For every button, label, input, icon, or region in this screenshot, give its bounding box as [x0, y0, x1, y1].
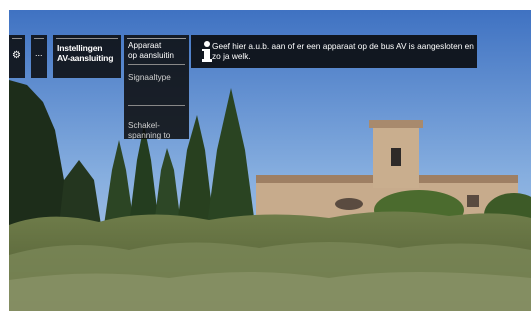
info-text: Geef hier a.u.b. aan of er een apparaat …: [212, 41, 474, 61]
menu-item-apparaat[interactable]: Apparaat op aansluitin: [128, 41, 188, 61]
menu-item-label-line2: op aansluitin: [128, 51, 174, 60]
menu-item-label-line1: Signaaltype: [128, 73, 171, 82]
menu-top-line: [127, 38, 186, 39]
menu-item-signaaltype[interactable]: Signaaltype: [128, 73, 188, 83]
menu-item-schakelspanning[interactable]: Schakel- spanning to: [128, 121, 188, 141]
menu-separator: [128, 64, 185, 65]
menu-separator: [128, 105, 185, 106]
more-label: ...: [35, 48, 43, 58]
more-tile[interactable]: ...: [31, 35, 47, 78]
settings-tile[interactable]: ⚙: [9, 35, 25, 78]
tile-top-line: [12, 38, 22, 39]
tile-top-line: [34, 38, 44, 39]
menu-item-label-line2: spanning to: [128, 131, 171, 140]
tv-screen: ⚙ ... Instellingen AV-aansluiting Appara…: [9, 10, 531, 311]
gear-icon: ⚙: [12, 50, 21, 61]
menu-item-label-line1: Apparaat: [128, 41, 162, 50]
tile-top-line: [56, 38, 118, 39]
menu-item-label-line1: Schakel-: [128, 121, 160, 130]
section-title-line1: Instellingen: [57, 43, 103, 53]
section-title-line2: AV-aansluiting: [57, 53, 114, 63]
section-title-tile: Instellingen AV-aansluiting: [53, 35, 121, 78]
info-panel: Geef hier a.u.b. aan of er een apparaat …: [191, 35, 477, 68]
settings-menu: Apparaat op aansluitin Signaaltype Schak…: [124, 35, 189, 141]
